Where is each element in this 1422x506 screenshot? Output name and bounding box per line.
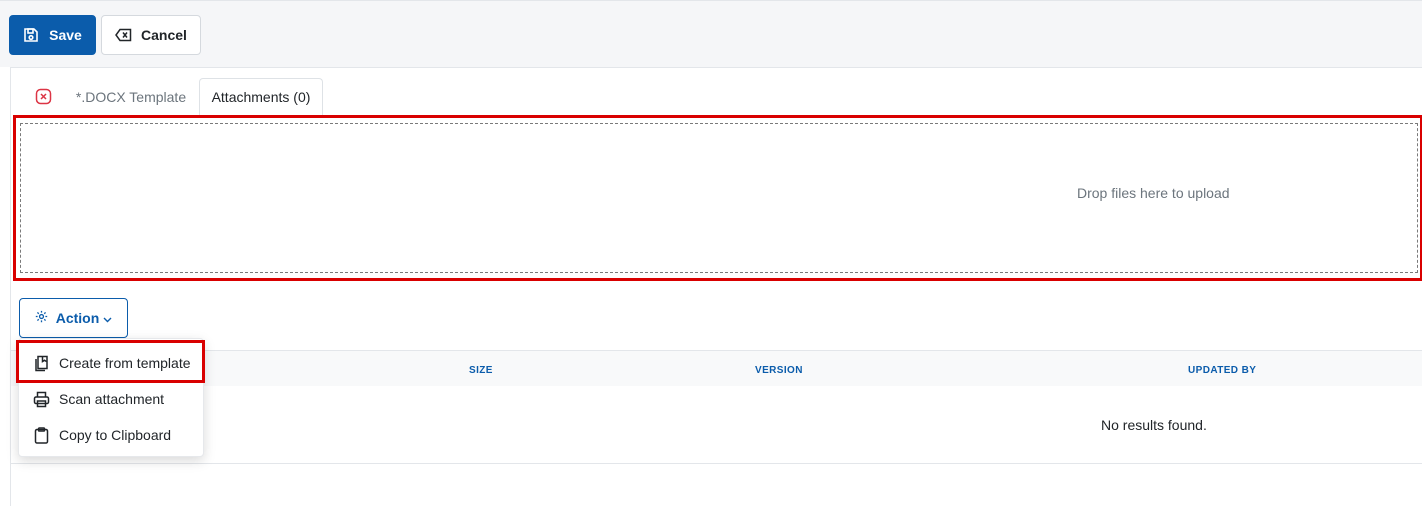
backspace-icon bbox=[115, 28, 132, 42]
tab-bar: *.DOCX Template Attachments (0) bbox=[11, 68, 1422, 115]
cancel-button-label: Cancel bbox=[141, 27, 187, 43]
save-button[interactable]: Save bbox=[9, 15, 96, 55]
menu-item-label: Scan attachment bbox=[59, 391, 165, 407]
action-button-label: Action bbox=[55, 310, 100, 326]
menu-item-copy-to-clipboard[interactable]: Copy to Clipboard bbox=[19, 417, 205, 453]
save-button-label: Save bbox=[49, 27, 82, 43]
tab-attachments-label: Attachments (0) bbox=[211, 89, 311, 105]
tab-docx-template[interactable]: *.DOCX Template bbox=[66, 78, 196, 115]
action-dropdown-menu: Create from template Scan attachment Cop… bbox=[16, 338, 205, 457]
column-header-version[interactable]: VERSION bbox=[755, 365, 803, 376]
action-button[interactable]: Action bbox=[19, 298, 128, 338]
upload-dropzone-highlight: Drop files here to upload bbox=[13, 115, 1422, 281]
menu-item-label: Copy to Clipboard bbox=[59, 427, 172, 443]
menu-item-scan-attachment[interactable]: Scan attachment bbox=[19, 381, 205, 417]
clipboard-icon bbox=[33, 427, 50, 444]
chevron-down-icon bbox=[103, 310, 112, 326]
printer-icon bbox=[33, 391, 50, 408]
column-header-updated-by[interactable]: UPDATED BY bbox=[1188, 365, 1256, 376]
upload-dropzone[interactable]: Drop files here to upload bbox=[20, 123, 1418, 273]
table-header: SIZE VERSION UPDATED BY bbox=[11, 350, 1422, 386]
menu-item-highlight bbox=[16, 340, 205, 383]
gear-icon bbox=[35, 310, 48, 326]
empty-table-message: No results found. bbox=[1101, 417, 1207, 433]
column-header-size[interactable]: SIZE bbox=[469, 365, 493, 376]
page: Save Cancel *.DOCX Template Attachments … bbox=[0, 0, 1422, 506]
toolbar: Save Cancel bbox=[0, 0, 1422, 67]
content-card: *.DOCX Template Attachments (0) Drop fil… bbox=[10, 67, 1422, 506]
dropzone-text: Drop files here to upload bbox=[1077, 185, 1230, 201]
tab-attachments[interactable]: Attachments (0) bbox=[199, 78, 323, 115]
cancel-button[interactable]: Cancel bbox=[101, 15, 201, 55]
close-tab-icon[interactable] bbox=[35, 88, 52, 105]
table-divider bbox=[11, 463, 1422, 464]
floppy-disk-icon bbox=[23, 27, 39, 43]
tab-docx-template-label: *.DOCX Template bbox=[75, 88, 187, 105]
